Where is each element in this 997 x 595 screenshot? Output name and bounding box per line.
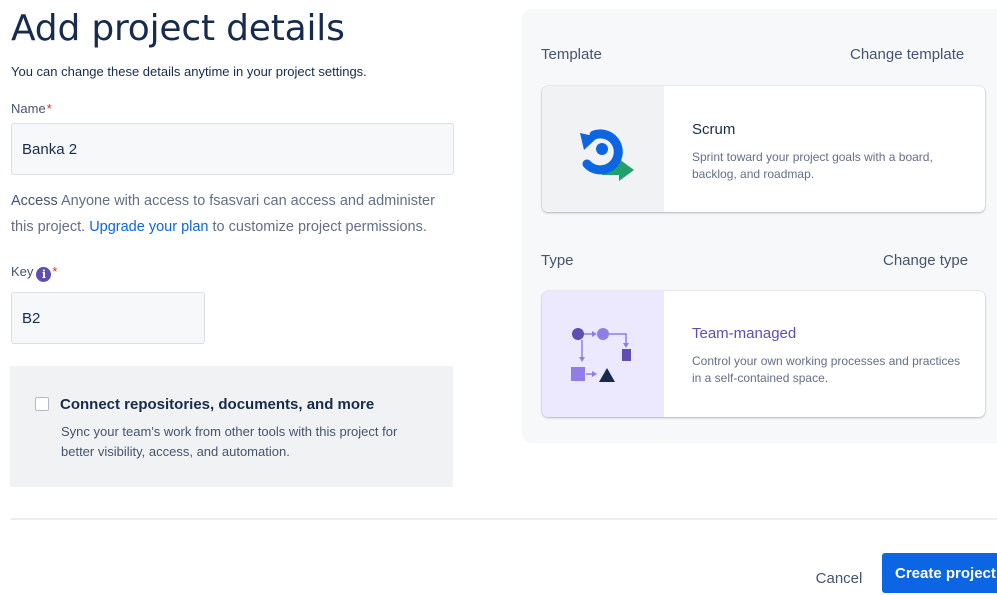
scrum-icon — [542, 86, 664, 212]
connect-checkbox[interactable] — [35, 397, 49, 411]
change-template-button[interactable]: Change template — [850, 46, 964, 63]
cancel-button[interactable]: Cancel — [806, 561, 872, 595]
type-card-title: Team-managed — [692, 325, 797, 342]
template-card[interactable]: Scrum Sprint toward your project goals w… — [542, 86, 985, 212]
connect-description: Sync your team's work from other tools w… — [61, 424, 398, 459]
change-type-button[interactable]: Change type — [883, 252, 968, 269]
access-label: Access — [11, 193, 58, 209]
project-setup-panel: Template Change template Scrum Sprint to… — [522, 9, 997, 443]
upgrade-plan-link[interactable]: Upgrade your plan — [89, 219, 208, 235]
template-card-title: Scrum — [692, 121, 736, 138]
type-label: Type — [541, 252, 574, 269]
key-label-text: Key — [11, 264, 34, 279]
template-label: Template — [541, 46, 602, 63]
page-subtitle: You can change these details anytime in … — [11, 64, 367, 79]
access-info: Access Anyone with access to fsasvari ca… — [11, 188, 461, 240]
template-card-description: Sprint toward your project goals with a … — [692, 150, 933, 181]
name-input[interactable] — [11, 123, 454, 175]
connect-title: Connect repositories, documents, and mor… — [60, 396, 375, 413]
required-mark: * — [46, 101, 52, 116]
connect-tools-option[interactable]: Connect repositories, documents, and mor… — [10, 366, 453, 487]
footer-divider — [11, 518, 997, 520]
type-card-description: Control your own working processes and p… — [692, 354, 961, 385]
team-managed-icon — [542, 291, 664, 417]
key-input[interactable] — [11, 292, 205, 344]
page-title: Add project details — [11, 8, 345, 49]
access-text-after: to customize project permissions. — [212, 219, 427, 235]
key-label: Key i * — [11, 264, 57, 282]
type-card[interactable]: Team-managed Control your own working pr… — [542, 291, 985, 417]
name-label: Name* — [11, 101, 52, 116]
name-label-text: Name — [11, 101, 46, 116]
info-icon[interactable]: i — [36, 267, 52, 282]
create-project-button[interactable]: Create project — [882, 553, 997, 593]
required-mark: * — [52, 264, 58, 279]
